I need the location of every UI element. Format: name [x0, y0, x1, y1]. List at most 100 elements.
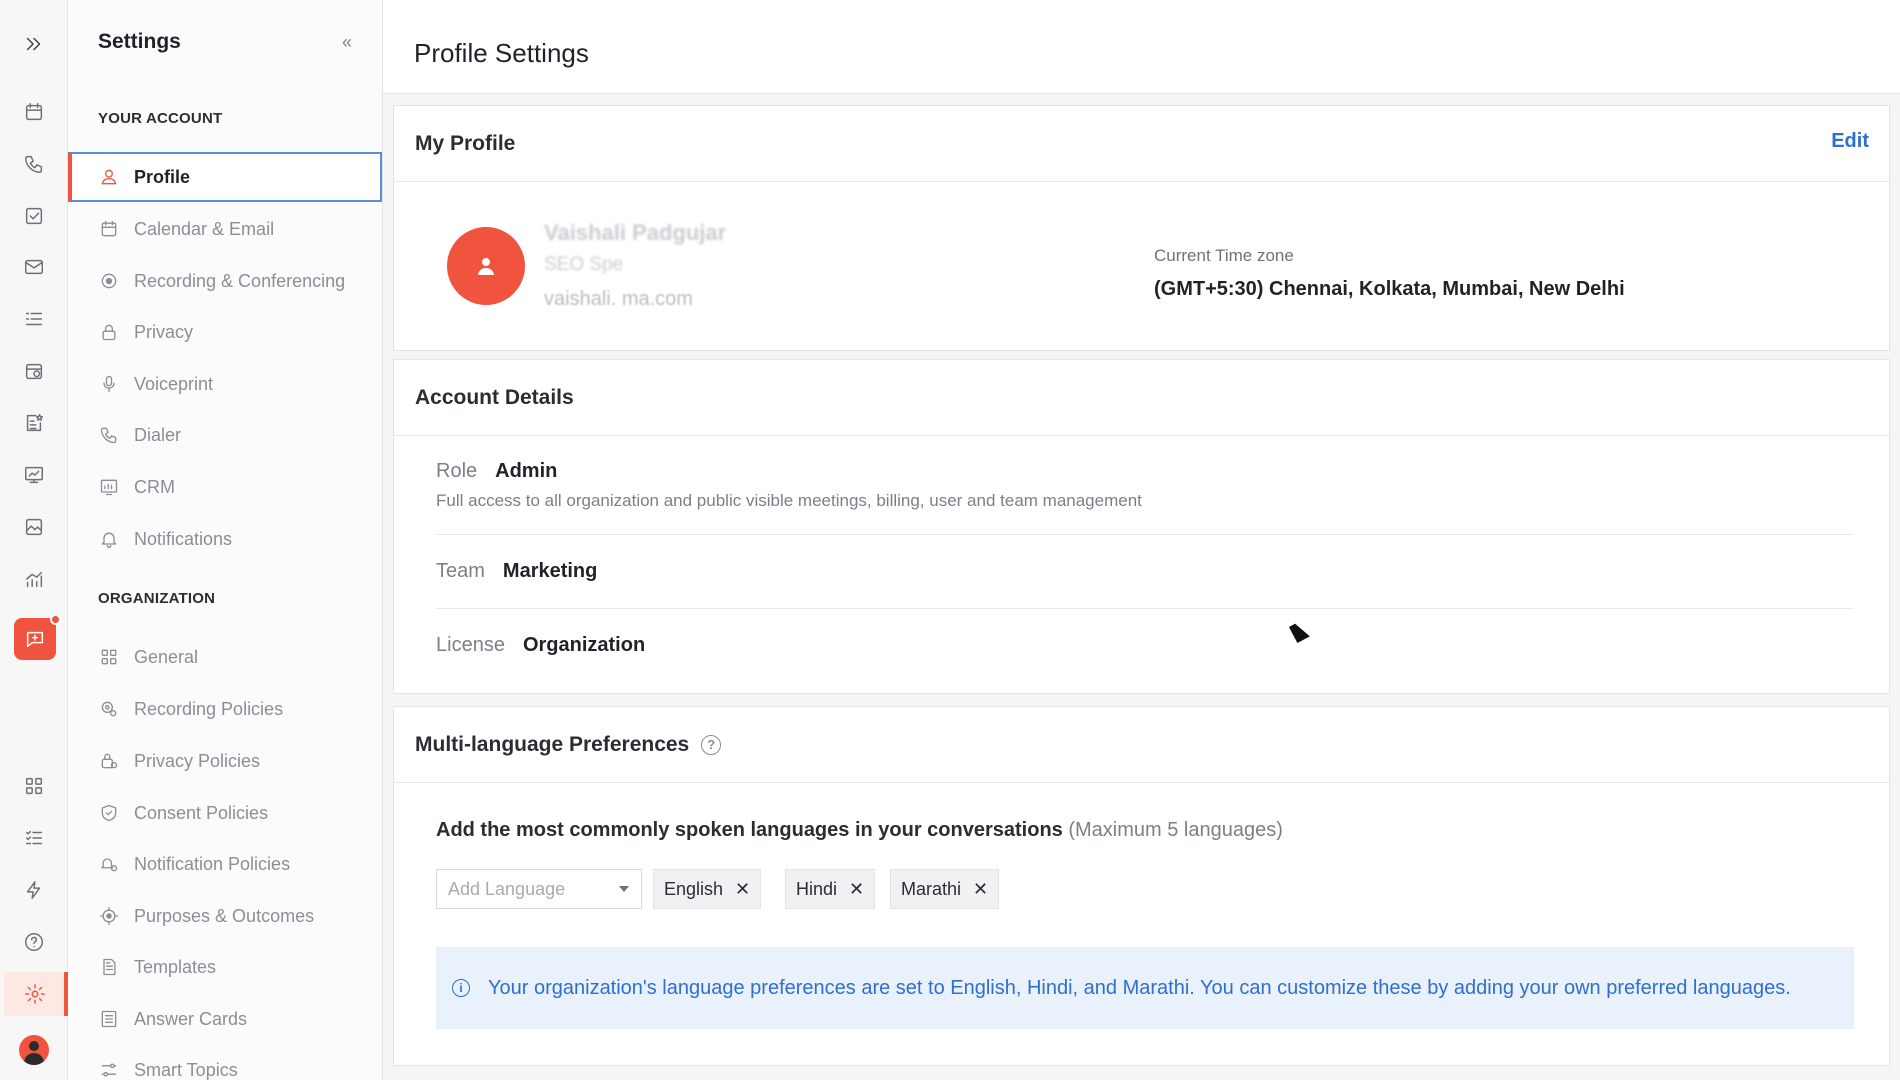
page-title: Profile Settings	[414, 38, 589, 68]
shield-icon	[98, 802, 120, 824]
phone-icon	[98, 424, 120, 446]
analytics-icon[interactable]	[12, 559, 56, 599]
calendar-icon	[98, 218, 120, 240]
sidebar-item-label: CRM	[134, 476, 175, 497]
remove-language-icon[interactable]: ✕	[735, 879, 750, 900]
presentation-icon[interactable]	[12, 455, 56, 495]
sidebar-item-label: Consent Policies	[134, 802, 269, 823]
languages-help-bold: Add the most commonly spoken languages i…	[436, 819, 1063, 841]
sidebar-item-label: Purposes & Outcomes	[134, 905, 315, 926]
sidebar-item-voiceprint[interactable]: Voiceprint	[68, 359, 382, 409]
my-profile-header: My Profile Edit	[394, 106, 1889, 182]
list-icon[interactable]	[12, 299, 56, 339]
checkbox-icon[interactable]	[12, 196, 56, 236]
phone-icon[interactable]	[12, 144, 56, 184]
language-chip-label: English	[664, 878, 724, 899]
target-icon	[98, 905, 120, 927]
sidebar-item-label: Recording & Conferencing	[134, 270, 346, 291]
settings-icon[interactable]	[4, 972, 68, 1016]
microphone-icon	[98, 373, 120, 395]
sidebar-item-label: Privacy Policies	[134, 750, 261, 771]
languages-body: Add the most commonly spoken languages i…	[394, 783, 1889, 1065]
sidebar-item-notifications[interactable]: Notifications	[68, 514, 382, 564]
sidebar-item-label: Dialer	[134, 424, 182, 445]
lock-settings-icon	[98, 750, 120, 772]
sidebar-item-label: General	[134, 646, 199, 667]
sidebar-item-smart-topics[interactable]: Smart Topics	[68, 1045, 382, 1080]
language-chip-label: Marathi	[901, 878, 962, 899]
role-row: Role Admin Full access to all organizatio…	[436, 460, 1854, 511]
sidebar-item-label: Voiceprint	[134, 373, 214, 394]
sidebar-title: Settings	[98, 30, 181, 53]
schedule-icon[interactable]	[12, 351, 56, 391]
grid-icon	[98, 646, 120, 668]
team-label: Team	[436, 560, 485, 582]
collapse-sidebar-icon[interactable]: «	[342, 32, 352, 53]
sidebar-item-privacy[interactable]: Privacy	[68, 307, 382, 357]
sidebar-item-label: Answer Cards	[134, 1008, 248, 1029]
record-settings-icon	[98, 698, 120, 720]
license-value: Organization	[522, 634, 646, 656]
divider	[436, 534, 1854, 535]
record-icon	[98, 270, 120, 292]
chevron-down-icon	[619, 886, 629, 892]
sidebar-item-dialer[interactable]: Dialer	[68, 410, 382, 460]
user-avatar-icon[interactable]	[12, 1030, 56, 1070]
avatar	[19, 1035, 49, 1065]
settings-sidebar: Settings « YOUR ACCOUNT Profile Calendar…	[68, 0, 383, 1080]
tasks-icon[interactable]	[12, 818, 56, 858]
sidebar-item-crm[interactable]: CRM	[68, 462, 382, 512]
calendar-icon[interactable]	[12, 92, 56, 132]
image-icon[interactable]	[12, 507, 56, 547]
page-header: Profile Settings	[383, 0, 1900, 94]
sidebar-item-notification-policies[interactable]: Notification Policies	[68, 839, 382, 889]
help-icon[interactable]	[12, 922, 56, 962]
notes-star-icon[interactable]	[12, 403, 56, 443]
team-value: Marketing	[502, 560, 598, 582]
account-details-heading: Account Details	[415, 385, 574, 409]
timezone-label: Current Time zone	[1154, 246, 1294, 265]
profile-body: Vaishali Padgujar SEO Spe vaishali. ma.c…	[394, 182, 1889, 350]
add-language-placeholder: Add Language	[448, 878, 566, 899]
sidebar-item-label: Privacy	[134, 321, 194, 342]
account-details-header: Account Details	[394, 360, 1889, 436]
profile-role: SEO Spe	[544, 254, 624, 275]
sidebar-item-answer-cards[interactable]: Answer Cards	[68, 994, 382, 1044]
sidebar-item-recording-policies[interactable]: Recording Policies	[68, 684, 382, 734]
remove-language-icon[interactable]: ✕	[849, 879, 864, 900]
section-your-account: YOUR ACCOUNT	[98, 110, 223, 127]
sidebar-item-calendar-email[interactable]: Calendar & Email	[68, 204, 382, 254]
license-label: License	[436, 634, 505, 656]
language-chip-hindi: Hindi ✕	[785, 869, 876, 909]
languages-heading: Multi-language Preferences	[415, 732, 690, 756]
timezone-value: (GMT+5:30) Chennai, Kolkata, Mumbai, New…	[1154, 278, 1625, 300]
sidebar-item-recording-conferencing[interactable]: Recording & Conferencing	[68, 256, 382, 306]
bolt-icon[interactable]	[12, 870, 56, 910]
role-value: Admin	[495, 460, 558, 482]
sidebar-item-general[interactable]: General	[68, 632, 382, 682]
sidebar-item-purposes-outcomes[interactable]: Purposes & Outcomes	[68, 891, 382, 941]
profile-name: Vaishali Padgujar	[544, 220, 727, 245]
sidebar-item-privacy-policies[interactable]: Privacy Policies	[68, 736, 382, 786]
expand-icon[interactable]	[12, 24, 56, 64]
chat-spark-icon[interactable]	[14, 614, 61, 660]
sliders-icon	[98, 1059, 120, 1080]
user-icon	[98, 166, 120, 188]
help-icon[interactable]: ?	[701, 734, 722, 755]
sidebar-item-templates[interactable]: Templates	[68, 942, 382, 992]
languages-help-text: Add the most commonly spoken languages i…	[436, 819, 1283, 842]
add-language-select[interactable]: Add Language	[436, 869, 642, 909]
language-info-banner: i Your organization's language preferenc…	[436, 947, 1854, 1029]
notification-dot	[50, 614, 61, 625]
apps-icon[interactable]	[12, 766, 56, 806]
license-row: License Organization	[436, 634, 1854, 657]
sidebar-item-consent-policies[interactable]: Consent Policies	[68, 788, 382, 838]
remove-language-icon[interactable]: ✕	[973, 879, 988, 900]
role-description: Full access to all organization and publ…	[436, 491, 1142, 510]
mail-icon[interactable]	[12, 247, 56, 287]
sidebar-item-label: Notifications	[134, 528, 233, 549]
my-profile-card: My Profile Edit Vaishali Padgujar SEO Sp…	[393, 105, 1890, 351]
sidebar-item-profile[interactable]: Profile	[68, 152, 382, 202]
edit-profile-link[interactable]: Edit	[1831, 130, 1869, 153]
sidebar-item-label: Templates	[134, 956, 217, 977]
